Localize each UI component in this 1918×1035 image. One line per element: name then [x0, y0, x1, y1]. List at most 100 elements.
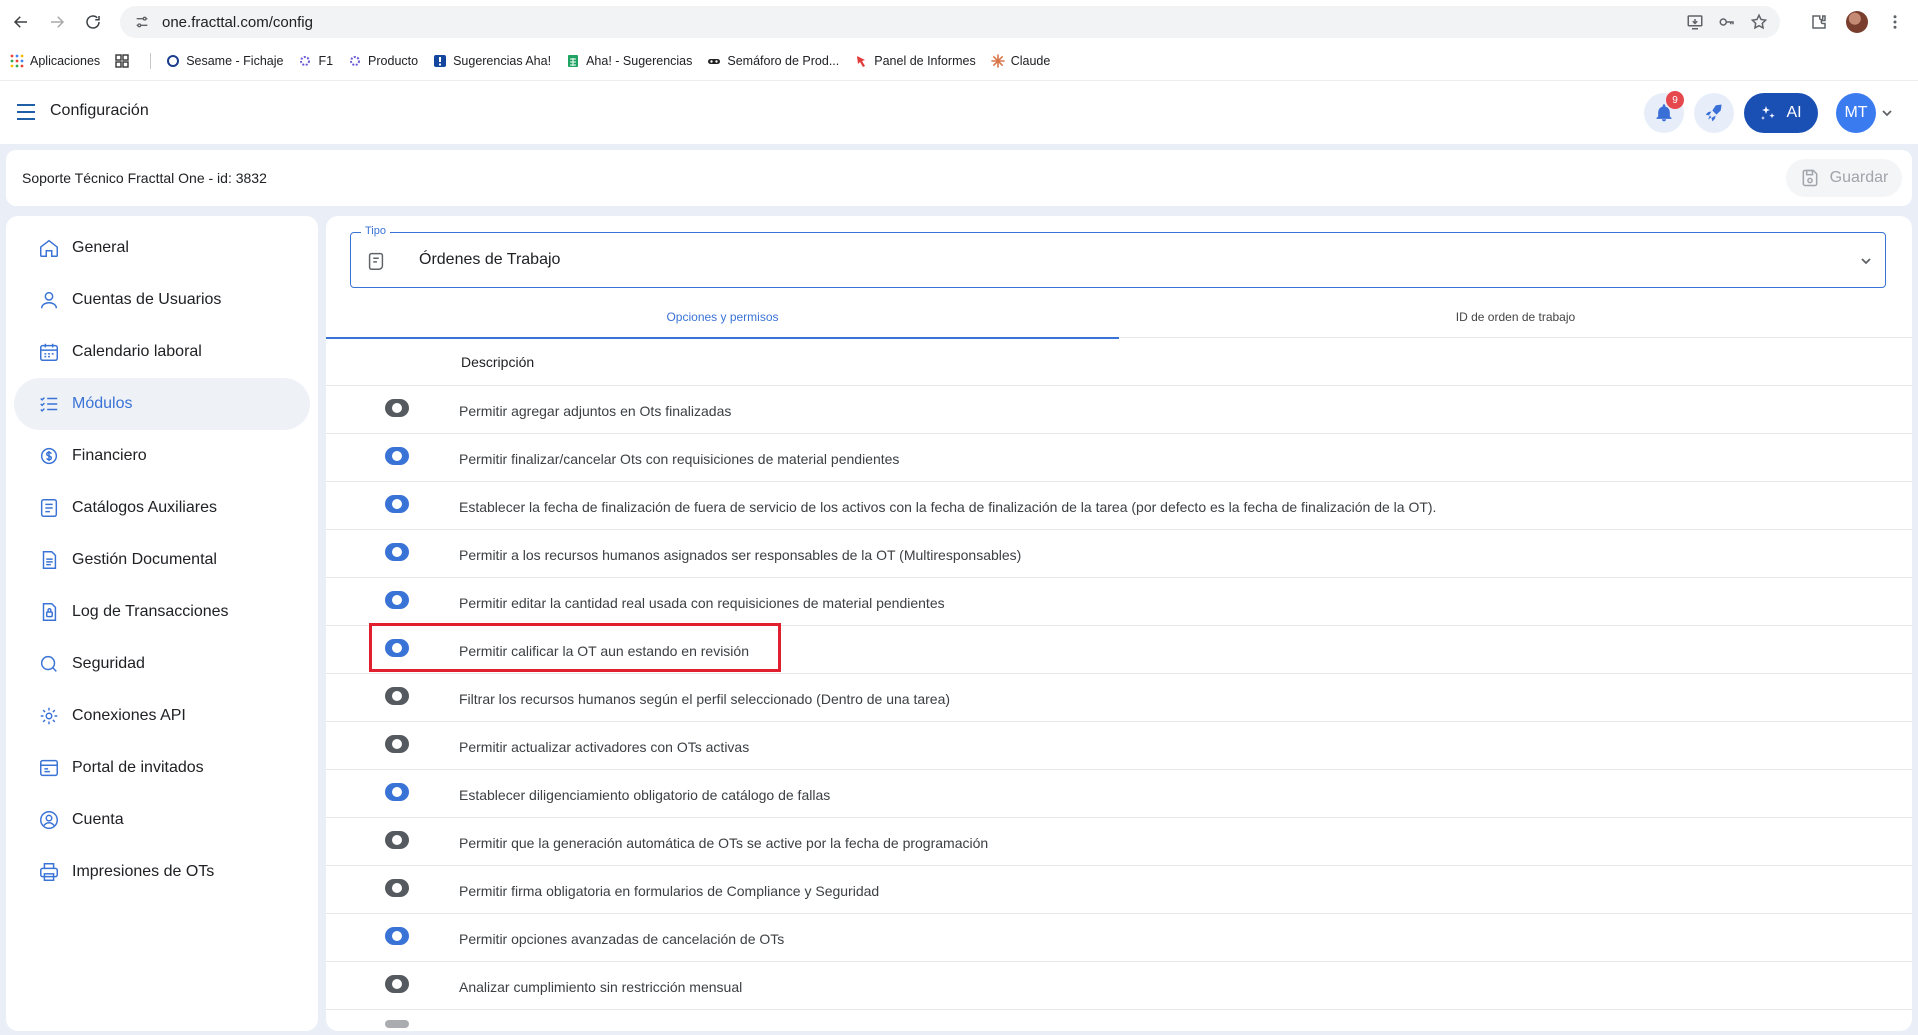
option-toggle[interactable] — [385, 735, 409, 753]
option-row: Permitir opciones avanzadas de cancelaci… — [326, 914, 1912, 962]
bookmark-semaforo[interactable]: Semáforo de Prod... — [707, 54, 839, 68]
toggle-knob — [392, 403, 402, 413]
option-toggle[interactable] — [385, 399, 409, 417]
option-description: Permitir que la generación automática de… — [459, 835, 989, 851]
sidebar-item-gestion-documental[interactable]: Gestión Documental — [14, 534, 310, 586]
sidebar-item-catalogos[interactable]: Catálogos Auxiliares — [14, 482, 310, 534]
notifications-button[interactable]: 9 — [1644, 91, 1684, 133]
option-toggle[interactable] — [385, 591, 409, 609]
toggle-knob — [392, 643, 402, 653]
forward-button[interactable] — [42, 7, 72, 37]
rocket-icon — [1705, 104, 1722, 122]
option-toggle[interactable] — [385, 783, 409, 801]
sidebar-item-financiero[interactable]: Financiero — [14, 430, 310, 482]
sidebar-item-calendario[interactable]: Calendario laboral — [14, 326, 310, 378]
option-toggle[interactable] — [385, 543, 409, 561]
browser-toolbar: one.fracttal.com/config — [0, 0, 1918, 44]
option-description: Permitir a los recursos humanos asignado… — [459, 547, 1022, 563]
bookmark-grid[interactable] — [115, 54, 135, 68]
option-row: Filtrar los recursos humanos según el pe… — [326, 674, 1912, 722]
reload-button[interactable] — [78, 7, 108, 37]
bookmark-label: Producto — [368, 54, 419, 68]
bookmark-aha-sugerencias[interactable]: Aha! - Sugerencias — [566, 54, 692, 68]
option-toggle[interactable] — [385, 639, 409, 657]
ai-button[interactable]: AI — [1744, 93, 1818, 133]
bookmark-sugerencias-aha[interactable]: Sugerencias Aha! — [433, 54, 551, 68]
notification-count-badge: 9 — [1666, 91, 1684, 109]
option-toggle[interactable] — [385, 831, 409, 849]
sidebar-item-label: Conexiones API — [72, 707, 186, 724]
omnibox-actions — [1686, 6, 1768, 38]
apps-grid-icon — [10, 54, 24, 68]
fracttal-icon — [298, 54, 312, 68]
extensions-icon[interactable] — [1810, 13, 1828, 31]
option-toggle[interactable] — [385, 975, 409, 993]
option-row: Permitir agregar adjuntos en Ots finaliz… — [326, 386, 1912, 434]
tab-id-orden-trabajo[interactable]: ID de orden de trabajo — [1119, 296, 1912, 338]
sidebar-item-cuentas-usuarios[interactable]: Cuentas de Usuarios — [14, 274, 310, 326]
save-button[interactable]: Guardar — [1786, 159, 1902, 197]
option-toggle[interactable] — [385, 687, 409, 705]
browser-chrome: one.fracttal.com/config Aplicaciones Ses… — [0, 0, 1918, 80]
tipo-select[interactable]: Tipo Órdenes de Trabajo — [350, 225, 1886, 288]
rocket-button[interactable] — [1694, 93, 1734, 133]
menu-icon[interactable] — [16, 103, 36, 121]
sidebar-item-impresiones[interactable]: Impresiones de OTs — [14, 846, 310, 898]
user-icon — [38, 289, 60, 311]
bookmark-aplicaciones[interactable]: Aplicaciones — [10, 54, 100, 68]
install-app-icon[interactable] — [1686, 13, 1704, 31]
option-row: Permitir actualizar activadores con OTs … — [326, 722, 1912, 770]
printer-icon — [38, 861, 60, 883]
security-icon — [38, 653, 60, 675]
option-row-partial — [326, 1010, 1912, 1030]
sidebar-item-seguridad[interactable]: Seguridad — [14, 638, 310, 690]
tab-opciones-permisos[interactable]: Opciones y permisos — [326, 296, 1119, 339]
option-toggle[interactable] — [385, 927, 409, 945]
toggle-knob — [392, 499, 402, 509]
sidebar-item-label: Módulos — [72, 395, 133, 412]
more-vert-icon[interactable] — [1886, 13, 1904, 31]
site-settings-icon[interactable] — [134, 14, 150, 30]
catalog-icon — [38, 497, 60, 519]
option-row: Permitir finalizar/cancelar Ots con requ… — [326, 434, 1912, 482]
sidebar-item-portal-invitados[interactable]: Portal de invitados — [14, 742, 310, 794]
sidebar-item-cuenta[interactable]: Cuenta — [14, 794, 310, 846]
arrow-right-icon — [51, 16, 65, 28]
option-toggle[interactable] — [385, 495, 409, 513]
star-icon[interactable] — [1750, 13, 1768, 31]
key-icon[interactable] — [1718, 13, 1736, 31]
sidebar-item-modulos[interactable]: Módulos — [14, 378, 310, 430]
sidebar-item-general[interactable]: General — [14, 222, 310, 274]
option-description: Permitir actualizar activadores con OTs … — [459, 739, 750, 755]
option-row: Permitir editar la cantidad real usada c… — [326, 578, 1912, 626]
sidebar-item-log-transacciones[interactable]: Log de Transacciones — [14, 586, 310, 638]
options-list: Permitir agregar adjuntos en Ots finaliz… — [326, 386, 1912, 1030]
toggle-knob — [392, 547, 402, 557]
toggle-knob — [392, 835, 402, 845]
profile-avatar[interactable] — [1846, 11, 1868, 33]
tipo-label: Tipo — [361, 225, 390, 237]
bookmark-label: Panel de Informes — [874, 54, 976, 68]
option-description: Permitir opciones avanzadas de cancelaci… — [459, 931, 785, 947]
bookmark-panel-informes[interactable]: Panel de Informes — [854, 54, 976, 68]
back-button[interactable] — [6, 7, 36, 37]
sidebar-item-conexiones-api[interactable]: Conexiones API — [14, 690, 310, 742]
bookmark-claude[interactable]: Claude — [990, 54, 1050, 68]
toggle-knob — [392, 739, 402, 749]
bookmark-producto[interactable]: Producto — [348, 54, 418, 68]
option-toggle[interactable] — [385, 447, 409, 465]
option-row: Establecer la fecha de finalización de f… — [326, 482, 1912, 530]
option-toggle[interactable] — [385, 879, 409, 897]
user-menu[interactable]: MT — [1836, 93, 1894, 133]
grid-icon — [115, 54, 129, 68]
sheets-icon — [566, 54, 580, 68]
account-icon — [38, 809, 60, 831]
pin-icon — [854, 54, 868, 68]
bookmark-f1[interactable]: F1 — [298, 54, 333, 68]
address-bar[interactable]: one.fracttal.com/config — [120, 6, 1780, 38]
sidebar-item-label: Cuenta — [72, 811, 124, 828]
bookmark-sesame[interactable]: Sesame - Fichaje — [166, 54, 283, 68]
url-text: one.fracttal.com/config — [162, 13, 313, 31]
header-actions: 9 AI MT — [1644, 91, 1894, 133]
sidebar-item-label: General — [72, 239, 129, 256]
